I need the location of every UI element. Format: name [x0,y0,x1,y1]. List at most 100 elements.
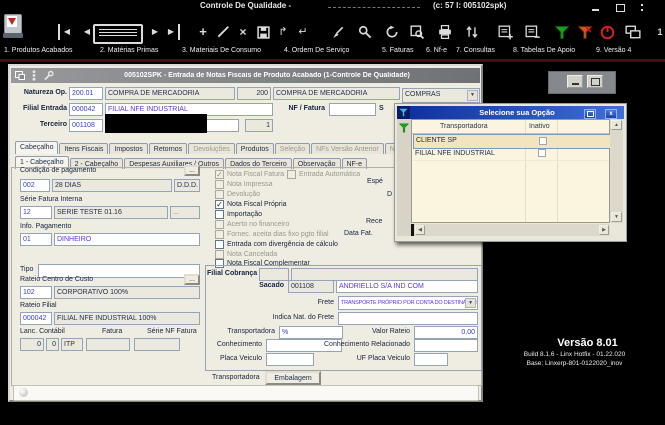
scroll-left-icon[interactable]: ◀ [415,225,425,235]
record-list-button[interactable] [93,24,143,44]
natureza-op-label: Natureza Op. [12,89,67,96]
menu-materias-primas[interactable]: 2. Matérias Primas [100,47,158,54]
terceiro-code-field[interactable]: 001108 [69,119,103,132]
main-menu: 1. Produtos Acabados 2. Matérias Primas … [0,44,665,58]
preview-icon[interactable] [408,24,426,40]
nav-next-button[interactable]: ▶ [146,24,164,40]
checkbox-acerto-financeiro [215,220,224,229]
grupo-combo[interactable]: COMPRAS▼ [402,88,480,103]
add-button[interactable]: + [194,24,212,40]
confirm-icon[interactable]: ↵ [294,24,312,40]
grid-dots-icon[interactable] [31,70,37,81]
close-icon[interactable] [640,2,645,13]
save-icon[interactable] [254,24,272,40]
dropdown-icon[interactable]: ▼ [465,298,476,308]
menu-materiais-consumo[interactable]: 3. Materiais De Consumo [182,47,261,54]
info-pagamento-desc-field[interactable]: DINHEIRO [54,233,200,246]
grid-header-transportadora[interactable]: Transportadora [440,123,488,130]
uf-placa-veiculo-field[interactable] [414,353,448,366]
grid-header-inativo[interactable]: Inativo [529,123,550,130]
menu-ordem-servico[interactable]: 4. Ordem De Serviço [284,47,349,54]
filial-entrada-code-field[interactable]: 000042 [69,103,103,116]
nf-fatura-input[interactable] [329,103,376,116]
remove-record-icon[interactable] [523,24,541,40]
menu-consultas[interactable]: 7. Consultas [456,47,495,54]
undo-icon[interactable]: ↱ [274,24,292,40]
menu-versao-4[interactable]: 9. Versão 4 [596,47,631,54]
grid-row-filial-nfe[interactable]: FILIAL NFE INDUSTRIAL [413,147,609,161]
checkbox-nota-cancelada [215,250,224,259]
menu-nfe[interactable]: 6. Nf-e [426,47,447,54]
transportadora-label: Transportadora [200,328,275,335]
embalagem-tab[interactable]: Embalagem [265,371,321,385]
exit-icon[interactable] [598,24,616,40]
checkbox-nota-fiscal-propria[interactable] [215,200,224,209]
frete-combo[interactable]: TRANSPORTE PRÓPRIO POR CONTA DO DESTINAT… [338,296,478,310]
conhecimento-relacionado-field[interactable] [414,339,478,352]
maximize-icon[interactable] [613,2,626,13]
dialog-close-icon[interactable]: x [605,109,617,119]
serie-fatura-browse-field[interactable]: ... [170,206,200,219]
nav-last-button[interactable]: ▶ [164,24,180,40]
refresh-icon[interactable] [383,24,401,40]
tipo-label: Tipo [20,266,33,273]
dialog-filter-green-icon[interactable] [399,123,409,133]
dialog-titlebar[interactable]: Selecione sua Opção x [397,106,624,119]
sacado-name-field[interactable]: ANDRIELLO S/A IND COM [336,280,478,293]
scroll-down-icon[interactable]: ▼ [611,212,622,222]
transportadora-field[interactable]: % [279,326,343,339]
scroll-right-icon[interactable]: ▶ [599,225,609,235]
inativo-checkbox[interactable] [539,137,547,145]
condicao-browse-button[interactable]: ... [184,165,200,176]
menu-produtos-acabados[interactable]: 1. Produtos Acabados [4,47,73,54]
dialog-hscrollbar[interactable]: ◀ ▶ [411,224,610,236]
windows-icon[interactable] [624,24,642,40]
delete-button[interactable]: × [234,24,252,40]
export-icon[interactable] [15,71,25,80]
scroll-divider [411,224,414,236]
checkbox-divergencia-calculo[interactable] [215,240,224,249]
child-minimize-icon[interactable] [567,75,583,88]
sort-icon[interactable] [463,24,481,40]
filter-icon[interactable] [553,24,571,40]
rateio-cc-code-field[interactable]: 102 [20,286,52,299]
valor-rateio-field[interactable]: 0.00 [414,326,478,339]
menu-faturas[interactable]: 5. Faturas [382,47,414,54]
condicao-code-field[interactable]: 002 [20,179,50,192]
dialog-maximize-icon[interactable] [584,109,596,119]
child-maximize-icon[interactable] [587,75,603,88]
dropdown-icon[interactable]: ▼ [467,90,478,101]
search-icon[interactable] [356,24,374,40]
checkbox-importacao[interactable] [215,210,224,219]
app-launcher-icon[interactable] [3,14,23,40]
minimize-icon[interactable] [589,2,602,13]
window-controls-fragment [548,71,616,94]
checkbox-label: Entrada com divergência de cálculo [227,241,338,248]
clear-filter-icon[interactable] [576,24,594,40]
scroll-up-icon[interactable]: ▲ [611,120,622,130]
inativo-checkbox[interactable] [538,149,546,157]
serie-fatura-code-field[interactable]: 12 [20,206,52,219]
rateio-filial-code-field[interactable]: 000042 [20,312,52,325]
nav-first-button[interactable]: ◀ [58,24,74,40]
lanc-contabil-field-1: 0 [20,338,44,351]
placa-veiculo-label: Placa Veiculo [200,355,262,362]
clear-brush-icon[interactable] [329,24,347,40]
serie-fatura-desc-field: SERIE TESTE 01.16 [54,206,168,219]
grid-header: Transportadora Inativo [412,120,609,134]
info-pagamento-code-field[interactable]: 01 [20,233,52,246]
dialog-vscrollbar[interactable]: ▲ ▼ [610,119,623,223]
placa-veiculo-field[interactable] [266,353,314,366]
natureza-op-code-field[interactable]: 200.01 [69,87,103,100]
menu-tabelas-apoio[interactable]: 8. Tabelas De Apoio [513,47,575,54]
indica-nat-frete-combo[interactable] [338,312,478,325]
add-record-icon[interactable] [496,24,514,40]
edit-icon[interactable] [214,24,232,40]
rateio-filial-desc-field: FILIAL NFE INDUSTRIAL 100% [54,312,200,325]
tools-wrench-icon[interactable] [43,70,54,81]
form-window-titlebar[interactable]: 005102SPK - Entrada de Notas Fiscais de … [11,68,480,83]
serie-nf-fatura-field [134,338,180,351]
print-icon[interactable] [436,24,454,40]
rateio-cc-browse-button[interactable]: ... [184,274,200,285]
checkbox-label: Importação [227,211,262,218]
